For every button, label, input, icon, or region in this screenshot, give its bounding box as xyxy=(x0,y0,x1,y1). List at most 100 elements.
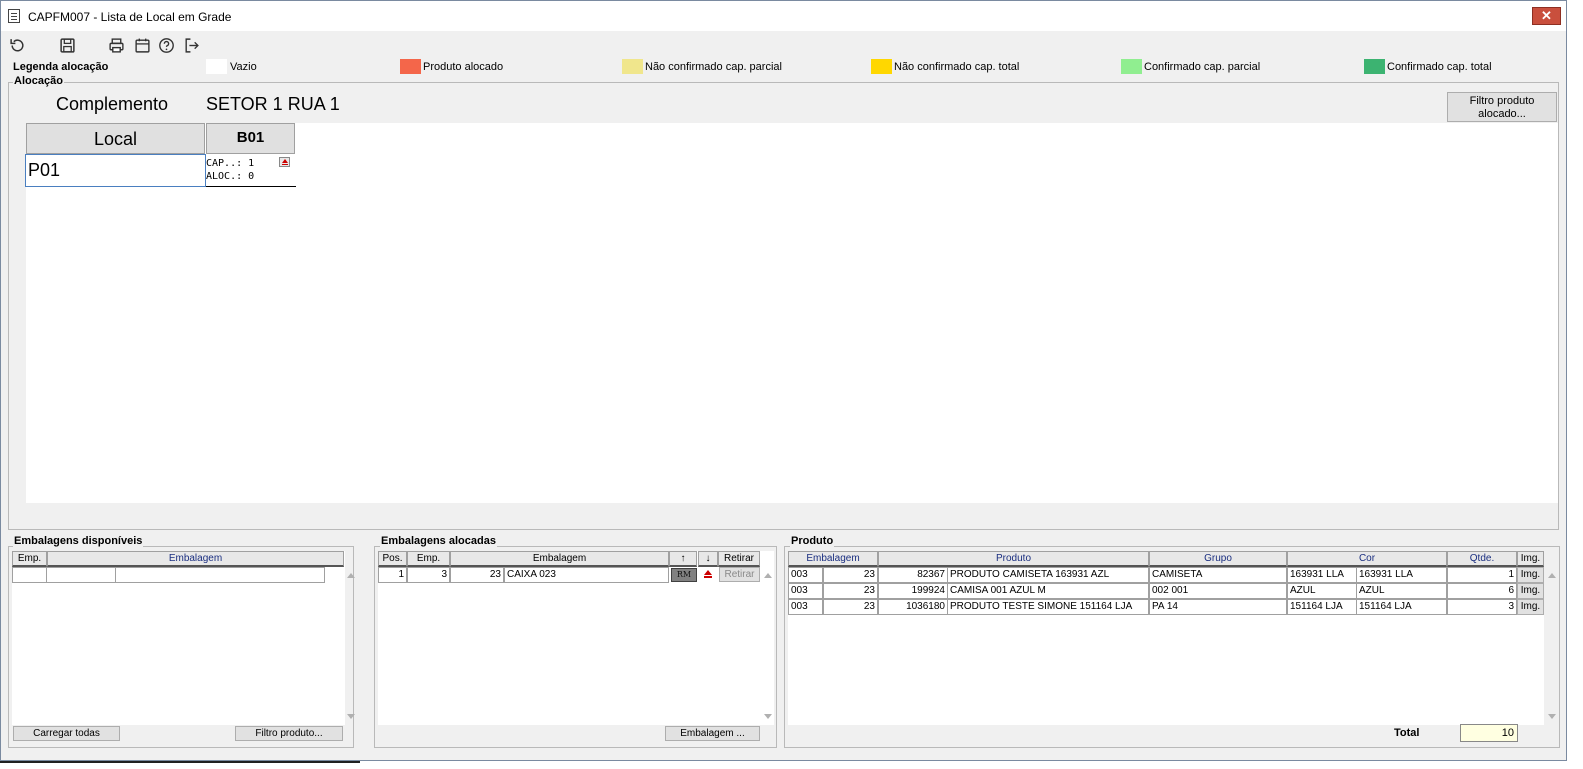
legend-swatch-vazio xyxy=(206,59,227,74)
window-title: CAPFM007 - Lista de Local em Grade xyxy=(28,10,232,24)
taskbar-edge xyxy=(0,761,360,763)
empty-cell[interactable] xyxy=(12,567,47,583)
disponiveis-scrollbar[interactable] xyxy=(343,567,359,725)
total-value: 10 xyxy=(1460,724,1518,742)
print-icon[interactable] xyxy=(107,36,125,54)
col-pos[interactable]: Pos. xyxy=(378,551,407,567)
total-label: Total xyxy=(1394,727,1420,739)
embalagem-button[interactable]: Embalagem ... xyxy=(665,726,760,741)
refresh-icon[interactable] xyxy=(8,36,26,54)
legend-label-nao-confirmado-parcial: Não confirmado cap. parcial xyxy=(645,61,782,73)
produto-qtde[interactable]: 1 xyxy=(1447,567,1517,583)
scroll-down-icon[interactable] xyxy=(1548,714,1556,719)
produto-cod[interactable]: 82367 xyxy=(878,567,948,583)
legend-swatch-nao-confirmado-total xyxy=(871,59,892,74)
produto-qtde[interactable]: 6 xyxy=(1447,583,1517,599)
produto-grupo[interactable]: 002 001 xyxy=(1149,583,1287,599)
legend-label-confirmado-parcial: Confirmado cap. parcial xyxy=(1144,61,1261,73)
rm-button[interactable]: RM xyxy=(671,568,697,582)
produto-emp[interactable]: 003 xyxy=(788,583,823,599)
move-down-button[interactable]: ↓ xyxy=(698,551,718,567)
col-embalagem[interactable]: Embalagem xyxy=(788,551,878,567)
col-emp[interactable]: Emp. xyxy=(407,551,450,567)
produto-emp[interactable]: 003 xyxy=(788,567,823,583)
produto-cor-cod[interactable]: 151164 LJA xyxy=(1287,599,1357,615)
col-img[interactable]: Img. xyxy=(1517,551,1544,567)
calendar-icon[interactable] xyxy=(133,36,151,54)
eject-icon[interactable] xyxy=(279,157,290,167)
produto-emb[interactable]: 23 xyxy=(823,599,878,615)
alocada-emb-name[interactable]: CAIXA 023 xyxy=(504,567,669,583)
empty-cell[interactable] xyxy=(46,567,116,583)
produto-qtde[interactable]: 3 xyxy=(1447,599,1517,615)
produto-grupo[interactable]: PA 14 xyxy=(1149,599,1287,615)
produto-grupo[interactable]: CAMISETA xyxy=(1149,567,1287,583)
complemento-label: Complemento xyxy=(56,94,169,114)
produto-nome[interactable]: PRODUTO TESTE SIMONE 151164 LJA xyxy=(947,599,1149,615)
toolbar xyxy=(1,33,1566,57)
grid-row-label[interactable]: P01 xyxy=(25,154,206,187)
produto-nome[interactable]: CAMISA 001 AZUL M xyxy=(947,583,1149,599)
scroll-up-icon[interactable] xyxy=(764,573,772,578)
produto-nome[interactable]: PRODUTO CAMISETA 163931 AZL xyxy=(947,567,1149,583)
col-grupo[interactable]: Grupo xyxy=(1149,551,1287,567)
move-up-button[interactable]: ↑ xyxy=(669,551,697,567)
document-icon xyxy=(8,9,20,23)
legend-swatch-nao-confirmado-parcial xyxy=(622,59,643,74)
legend-label-confirmado-total: Confirmado cap. total xyxy=(1387,61,1492,73)
empty-cell[interactable] xyxy=(115,567,325,583)
alocada-pos[interactable]: 1 xyxy=(378,567,407,583)
scroll-up-icon[interactable] xyxy=(347,573,355,578)
produto-emp[interactable]: 003 xyxy=(788,599,823,615)
col-produto[interactable]: Produto xyxy=(878,551,1149,567)
produto-cod[interactable]: 1036180 xyxy=(878,599,948,615)
produto-emb[interactable]: 23 xyxy=(823,583,878,599)
img-button[interactable]: Img. xyxy=(1517,567,1544,583)
col-retirar[interactable]: Retirar xyxy=(718,551,760,567)
produto-cor-cod[interactable]: AZUL xyxy=(1287,583,1357,599)
embalagens-alocadas-title: Embalagens alocadas xyxy=(380,535,497,547)
complemento-value: SETOR 1 RUA 1 xyxy=(206,94,340,114)
legend-title: Legenda alocação xyxy=(13,61,109,73)
legend-swatch-produto-alocado xyxy=(400,59,421,74)
produto-emb[interactable]: 23 xyxy=(823,567,878,583)
img-button[interactable]: Img. xyxy=(1517,583,1544,599)
carregar-todas-button[interactable]: Carregar todas xyxy=(13,726,120,741)
alocadas-scrollbar[interactable] xyxy=(760,567,776,725)
alocacao-title: Alocação xyxy=(13,75,64,87)
help-icon[interactable] xyxy=(157,36,175,54)
produto-cor[interactable]: AZUL xyxy=(1356,583,1447,599)
col-embalagem[interactable]: Embalagem xyxy=(47,551,344,567)
close-button[interactable]: ✕ xyxy=(1532,7,1561,25)
exit-icon[interactable] xyxy=(182,36,200,54)
eject-icon[interactable] xyxy=(702,568,714,581)
legend-swatch-confirmado-total xyxy=(1364,59,1385,74)
grid-column-header[interactable]: B01 xyxy=(206,123,295,154)
produto-cor[interactable]: 163931 LLA xyxy=(1356,567,1447,583)
col-emp[interactable]: Emp. xyxy=(12,551,47,567)
legend-label-vazio: Vazio xyxy=(230,61,257,73)
scroll-down-icon[interactable] xyxy=(764,714,772,719)
produto-cod[interactable]: 199924 xyxy=(878,583,948,599)
grid-header-local: Local xyxy=(26,123,205,154)
scroll-up-icon[interactable] xyxy=(1548,573,1556,578)
title-bar: CAPFM007 - Lista de Local em Grade ✕ xyxy=(1,1,1566,31)
produto-scrollbar[interactable] xyxy=(1544,567,1560,725)
main-window: CAPFM007 - Lista de Local em Grade ✕ Leg… xyxy=(0,0,1567,761)
img-button[interactable]: Img. xyxy=(1517,599,1544,615)
alocada-emb-code[interactable]: 23 xyxy=(450,567,504,583)
retirar-button[interactable]: Retirar xyxy=(719,567,760,582)
legend-bar: Legenda alocação Vazio Produto alocado N… xyxy=(1,58,1566,76)
scroll-down-icon[interactable] xyxy=(347,714,355,719)
col-embalagem[interactable]: Embalagem xyxy=(450,551,669,567)
save-icon[interactable] xyxy=(58,36,76,54)
produto-cor-cod[interactable]: 163931 LLA xyxy=(1287,567,1357,583)
produto-cor[interactable]: 151164 LJA xyxy=(1356,599,1447,615)
embalagens-disponiveis-title: Embalagens disponíveis xyxy=(13,535,144,547)
filtro-produto-alocado-button[interactable]: Filtro produto alocado... xyxy=(1447,92,1557,122)
col-cor[interactable]: Cor xyxy=(1287,551,1447,567)
produto-title: Produto xyxy=(790,535,835,547)
alocada-emp[interactable]: 3 xyxy=(407,567,450,583)
col-qtde[interactable]: Qtde. xyxy=(1447,551,1517,567)
filtro-produto-button[interactable]: Filtro produto... xyxy=(235,726,343,741)
